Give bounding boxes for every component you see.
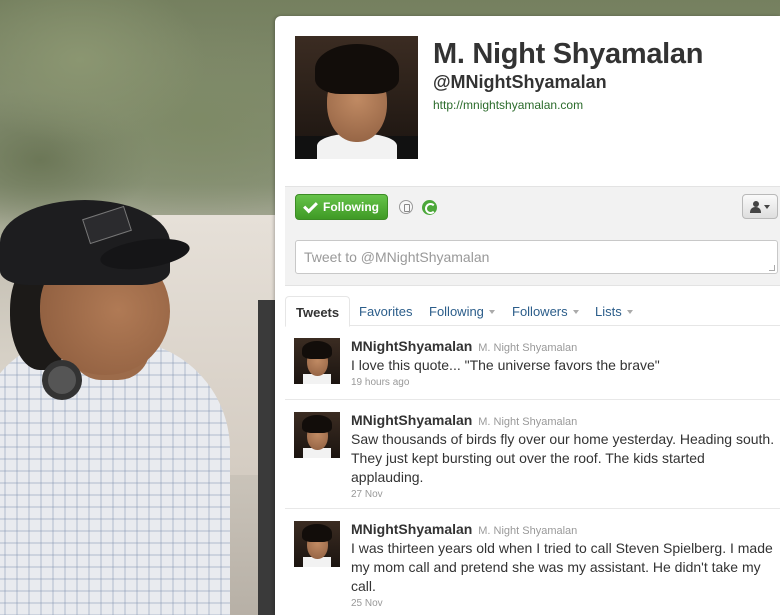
tweet-timestamp[interactable]: 19 hours ago	[351, 377, 776, 388]
profile-header: M. Night Shyamalan @MNightShyamalan http…	[275, 16, 780, 186]
tweet-content: MNightShyamalan M. Night Shyamalan I was…	[351, 521, 776, 609]
tweet-realname: M. Night Shyamalan	[478, 342, 578, 354]
profile-url-link[interactable]: http://mnightshyamalan.com	[433, 98, 583, 112]
tweet-avatar[interactable]	[294, 338, 340, 384]
tweet-username[interactable]: MNightShyamalan	[351, 521, 472, 537]
retweets-toggle-icon[interactable]	[422, 200, 437, 215]
tweet-item[interactable]: MNightShyamalan M. Night Shyamalan Saw t…	[285, 400, 780, 509]
tweet-author: MNightShyamalan M. Night Shyamalan	[351, 521, 776, 537]
tab-following-label: Following	[429, 304, 484, 319]
tab-followers[interactable]: Followers	[502, 296, 589, 326]
tweet-text: I love this quote... "The universe favor…	[351, 357, 660, 373]
tab-followers-label: Followers	[512, 304, 568, 319]
tab-lists-label: Lists	[595, 304, 622, 319]
tweet-realname: M. Night Shyamalan	[478, 416, 578, 428]
tweet-text: I was thirteen years old when I tried to…	[351, 540, 773, 594]
profile-full-name: M. Night Shyamalan	[433, 38, 704, 70]
chevron-down-icon	[764, 204, 770, 209]
tweet-content: MNightShyamalan M. Night Shyamalan Saw t…	[351, 412, 776, 500]
avatar-hair	[302, 341, 332, 359]
chevron-down-icon	[488, 310, 495, 314]
tweet-author: MNightShyamalan M. Night Shyamalan	[351, 412, 776, 428]
tab-tweets[interactable]: Tweets	[285, 296, 350, 327]
avatar-hair	[315, 44, 399, 94]
avatar-hair	[302, 524, 332, 542]
check-icon	[303, 198, 318, 213]
tweet-avatar[interactable]	[294, 521, 340, 567]
tweet-to-placeholder: Tweet to @MNightShyamalan	[304, 249, 490, 265]
profile-avatar[interactable]	[295, 36, 418, 159]
tweet-username[interactable]: MNightShyamalan	[351, 338, 472, 354]
tweet-avatar[interactable]	[294, 412, 340, 458]
tweet-item[interactable]: MNightShyamalan M. Night Shyamalan I lov…	[285, 326, 780, 400]
profile-panel: M. Night Shyamalan @MNightShyamalan http…	[275, 16, 780, 615]
person-icon	[750, 200, 761, 213]
device-notifications-icon[interactable]	[399, 200, 413, 214]
tweet-author: MNightShyamalan M. Night Shyamalan	[351, 338, 776, 354]
profile-screen-name: @MNightShyamalan	[433, 72, 607, 92]
tweet-text: Saw thousands of birds fly over our home…	[351, 431, 775, 485]
tweet-timestamp[interactable]: 25 Nov	[351, 598, 776, 609]
profile-tabs: Tweets Favorites Following Followers Lis…	[285, 296, 780, 327]
tweet-realname: M. Night Shyamalan	[478, 525, 578, 537]
user-actions-button[interactable]	[742, 194, 778, 219]
background-headphone	[42, 360, 82, 400]
tab-favorites-label: Favorites	[359, 304, 413, 319]
tweet-timeline: MNightShyamalan M. Night Shyamalan I lov…	[285, 326, 780, 615]
resize-handle-icon[interactable]	[769, 265, 775, 271]
tweet-username[interactable]: MNightShyamalan	[351, 412, 472, 428]
tweet-to-input[interactable]: Tweet to @MNightShyamalan	[295, 240, 778, 274]
background-person-shirt	[0, 340, 230, 615]
tab-following[interactable]: Following	[419, 296, 505, 326]
avatar-hair	[302, 415, 332, 433]
tab-lists[interactable]: Lists	[585, 296, 643, 326]
tweet-timestamp[interactable]: 27 Nov	[351, 489, 776, 500]
tweet-item[interactable]: MNightShyamalan M. Night Shyamalan I was…	[285, 509, 780, 615]
chevron-down-icon	[572, 310, 579, 314]
tab-favorites[interactable]: Favorites	[349, 296, 422, 326]
action-bar: Following Tweet to @MNightShyamalan	[285, 186, 780, 286]
chevron-down-icon	[626, 310, 633, 314]
tweet-content: MNightShyamalan M. Night Shyamalan I lov…	[351, 338, 776, 388]
following-button[interactable]: Following	[295, 194, 388, 220]
following-button-label: Following	[323, 200, 379, 214]
tab-tweets-label: Tweets	[296, 305, 340, 320]
